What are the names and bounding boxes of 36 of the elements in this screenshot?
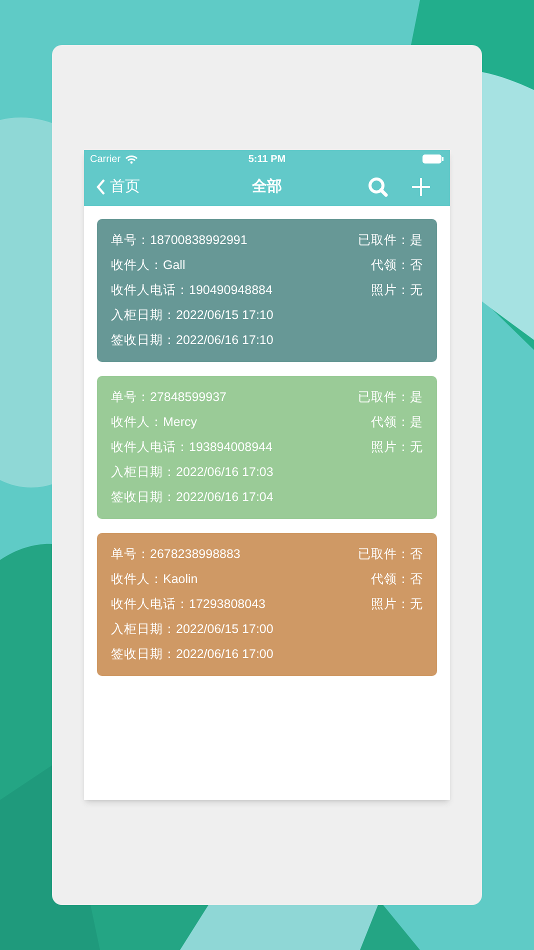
status-time: 5:11 PM bbox=[248, 152, 286, 166]
parcel-detail: 单号：18700838992991 bbox=[111, 232, 248, 249]
parcel-detail: 收件人电话：17293808043 bbox=[111, 596, 266, 613]
parcel-status: 照片：无 bbox=[371, 596, 423, 613]
parcel-card[interactable]: 单号：27848599937 收件人：Mercy 收件人电话：193894008944 入柜日期：2022/06/16 17:03 签收日期：2022/06/16 17:04 已取件：是 代领：是 照片：无 bbox=[97, 376, 437, 519]
parcel-status: 已取件：否 bbox=[358, 546, 423, 563]
battery-icon bbox=[422, 154, 444, 164]
parcel-detail: 收件人电话：193894008944 bbox=[111, 439, 274, 456]
parcel-detail: 收件人：Mercy bbox=[111, 414, 198, 431]
parcel-status: 代领：否 bbox=[371, 571, 423, 588]
back-button[interactable]: 首页 bbox=[96, 176, 140, 198]
parcel-card[interactable]: 单号：2678238998883 收件人：Kaolin 收件人电话：17293808043 入柜日期：2022/06/15 17:00 签收日期：2022/06/16 17:00 已取件：否 代领：否 照片：无 bbox=[97, 533, 437, 676]
parcel-status: 照片：无 bbox=[371, 439, 423, 456]
wifi-icon bbox=[124, 154, 138, 164]
parcel-detail: 单号：27848599937 bbox=[111, 389, 228, 406]
parcel-detail: 单号：2678238998883 bbox=[111, 546, 242, 563]
parcel-detail: 入柜日期：2022/06/15 17:10 bbox=[111, 307, 274, 324]
parcel-status: 已取件：是 bbox=[358, 232, 423, 249]
parcel-detail: 收件人：Gall bbox=[111, 257, 186, 274]
parcel-detail: 入柜日期：2022/06/16 17:03 bbox=[111, 464, 274, 481]
parcel-detail: 签收日期：2022/06/16 17:00 bbox=[111, 646, 274, 663]
parcel-status: 照片：无 bbox=[371, 282, 423, 299]
chevron-left-icon bbox=[96, 179, 106, 195]
parcel-detail: 收件人：Kaolin bbox=[111, 571, 199, 588]
parcel-detail: 收件人电话：190490948884 bbox=[111, 282, 274, 299]
parcel-status: 代领：是 bbox=[371, 414, 423, 431]
parcel-status: 代领：否 bbox=[371, 257, 423, 274]
carrier-label: Carrier bbox=[90, 152, 121, 166]
parcel-detail: 入柜日期：2022/06/15 17:00 bbox=[111, 621, 274, 638]
parcel-detail: 签收日期：2022/06/16 17:10 bbox=[111, 332, 274, 349]
nav-title: 全部 bbox=[252, 176, 282, 197]
parcel-detail: 签收日期：2022/06/16 17:04 bbox=[111, 489, 274, 506]
search-icon[interactable] bbox=[368, 177, 388, 197]
add-icon[interactable] bbox=[412, 178, 430, 196]
parcel-card[interactable]: 单号：18700838992991 收件人：Gall 收件人电话：190490948884 入柜日期：2022/06/15 17:10 签收日期：2022/06/16 17:10 已取件：是 代领：否 照片：无 bbox=[97, 219, 437, 362]
parcel-status: 已取件：是 bbox=[358, 389, 423, 406]
